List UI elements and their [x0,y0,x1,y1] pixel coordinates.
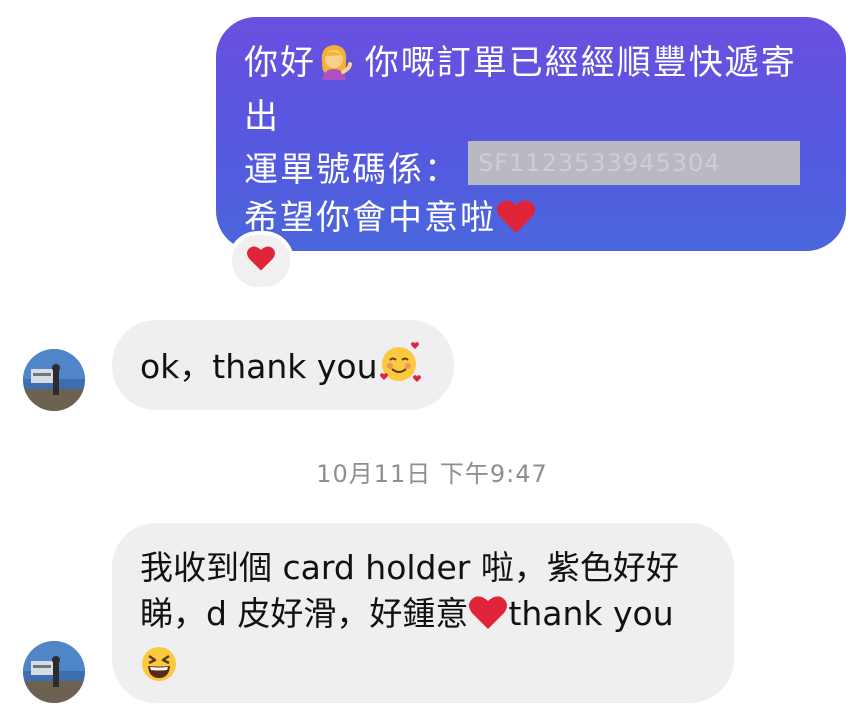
message-timestamp: 10月11日 下午9:47 [316,460,548,488]
message-text: 出 [244,97,280,137]
contact-avatar[interactable] [23,641,85,703]
red-heart-emoji-icon [246,244,276,279]
message-line: 睇，d 皮好滑，好鍾意 thank you [140,591,714,643]
message-text: 你嘅訂單已經經順豐快遞寄 [352,43,797,83]
red-heart-emoji-icon [468,593,508,643]
message-line: 我收到個 card holder 啦，紫色好好 [140,545,714,591]
message-text: 我收到個 card holder 啦，紫色好好 [140,548,679,587]
message-line: 希望你會中意啦 [244,194,820,248]
message-line: 出 [244,93,820,141]
heart-reaction-badge[interactable] [228,231,294,291]
message-text: 希望你會中意啦 [244,198,496,238]
outgoing-message-bubble[interactable]: 你好 你嘅訂單已經經順豐快遞寄 出 運單號碼係： SF1123533945304 … [216,17,846,251]
smiling-face-with-hearts-emoji-icon [378,342,422,396]
message-line [140,643,714,695]
woman-tipping-hand-emoji-icon [316,42,352,93]
message-text: ok，thank you [140,347,378,386]
contact-avatar[interactable] [23,349,85,411]
red-heart-emoji-icon [496,197,536,248]
message-line: 你好 你嘅訂單已經經順豐快遞寄 [244,39,820,93]
tracking-number-label: 運單號碼係： [244,150,460,190]
incoming-message-bubble[interactable]: 我收到個 card holder 啦，紫色好好 睇，d 皮好滑，好鍾意 than… [112,523,734,703]
message-text: 睇，d 皮好滑，好鍾意 [140,594,469,633]
message-text: thank you [508,594,674,633]
message-line: 運單號碼係： SF1123533945304 [244,141,820,194]
redacted-tracking-number: SF1123533945304 [468,141,800,185]
message-text: 你好 [244,43,316,83]
incoming-message-bubble[interactable]: ok，thank you [112,320,454,410]
grinning-squinting-face-emoji-icon [140,645,178,695]
chat-thread: 你好 你嘅訂單已經經順豐快遞寄 出 運單號碼係： SF1123533945304 … [0,0,864,719]
